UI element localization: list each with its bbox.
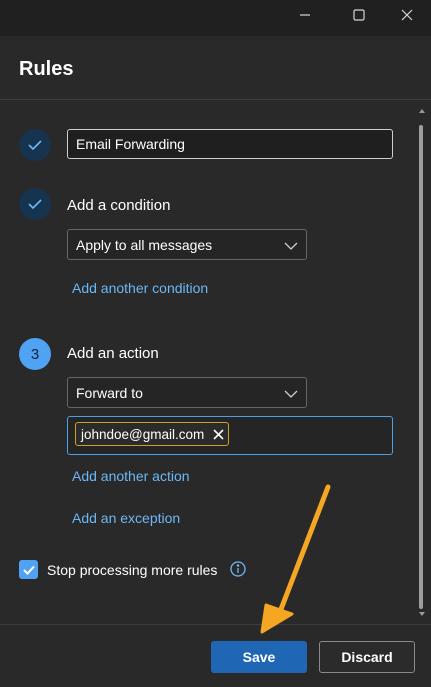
scrollbar-thumb[interactable] bbox=[419, 125, 423, 609]
discard-button[interactable]: Discard bbox=[319, 641, 415, 673]
minimize-icon bbox=[300, 14, 310, 16]
add-another-condition-link[interactable]: Add another condition bbox=[72, 280, 208, 296]
action-dropdown[interactable]: Forward to bbox=[67, 377, 307, 408]
rule-name-input[interactable]: Email Forwarding bbox=[67, 129, 393, 159]
checkmark-icon bbox=[22, 565, 35, 575]
action-dropdown-value: Forward to bbox=[76, 384, 143, 401]
chevron-down-icon bbox=[284, 238, 298, 254]
scroll-up-arrow-icon[interactable] bbox=[419, 109, 425, 113]
close-icon bbox=[401, 9, 413, 21]
chevron-down-icon bbox=[284, 386, 298, 402]
checkmark-icon bbox=[28, 140, 42, 151]
step-1-done-indicator bbox=[19, 129, 51, 161]
rule-editor: Email Forwarding Add a condition Apply t… bbox=[0, 101, 431, 624]
maximize-icon bbox=[353, 9, 365, 21]
page-title: Rules bbox=[19, 58, 74, 80]
dialog-header: Rules bbox=[0, 36, 431, 100]
maximize-button[interactable] bbox=[336, 0, 382, 30]
window-titlebar bbox=[0, 0, 431, 36]
info-icon[interactable] bbox=[230, 561, 246, 582]
step-3-indicator: 3 bbox=[19, 338, 51, 370]
close-button[interactable] bbox=[384, 0, 430, 30]
stop-processing-label[interactable]: Stop processing more rules bbox=[47, 562, 217, 578]
scroll-down-arrow-icon[interactable] bbox=[419, 612, 425, 616]
condition-dropdown[interactable]: Apply to all messages bbox=[67, 229, 307, 260]
add-exception-link[interactable]: Add an exception bbox=[72, 510, 180, 526]
remove-recipient-button[interactable] bbox=[213, 428, 224, 440]
stop-processing-checkbox[interactable] bbox=[19, 560, 38, 579]
recipient-chip-email: johndoe@gmail.com bbox=[81, 426, 205, 442]
minimize-button[interactable] bbox=[282, 0, 328, 30]
condition-heading: Add a condition bbox=[67, 197, 171, 214]
step-2-done-indicator bbox=[19, 188, 51, 220]
dialog-footer: Save Discard bbox=[0, 624, 431, 687]
forward-recipients-input[interactable]: johndoe@gmail.com bbox=[67, 416, 393, 455]
add-another-action-link[interactable]: Add another action bbox=[72, 468, 190, 484]
checkmark-icon bbox=[28, 199, 42, 210]
condition-dropdown-value: Apply to all messages bbox=[76, 236, 213, 253]
save-button[interactable]: Save bbox=[211, 641, 307, 673]
action-heading: Add an action bbox=[67, 345, 159, 362]
recipient-chip: johndoe@gmail.com bbox=[75, 422, 230, 446]
close-icon bbox=[213, 428, 224, 440]
